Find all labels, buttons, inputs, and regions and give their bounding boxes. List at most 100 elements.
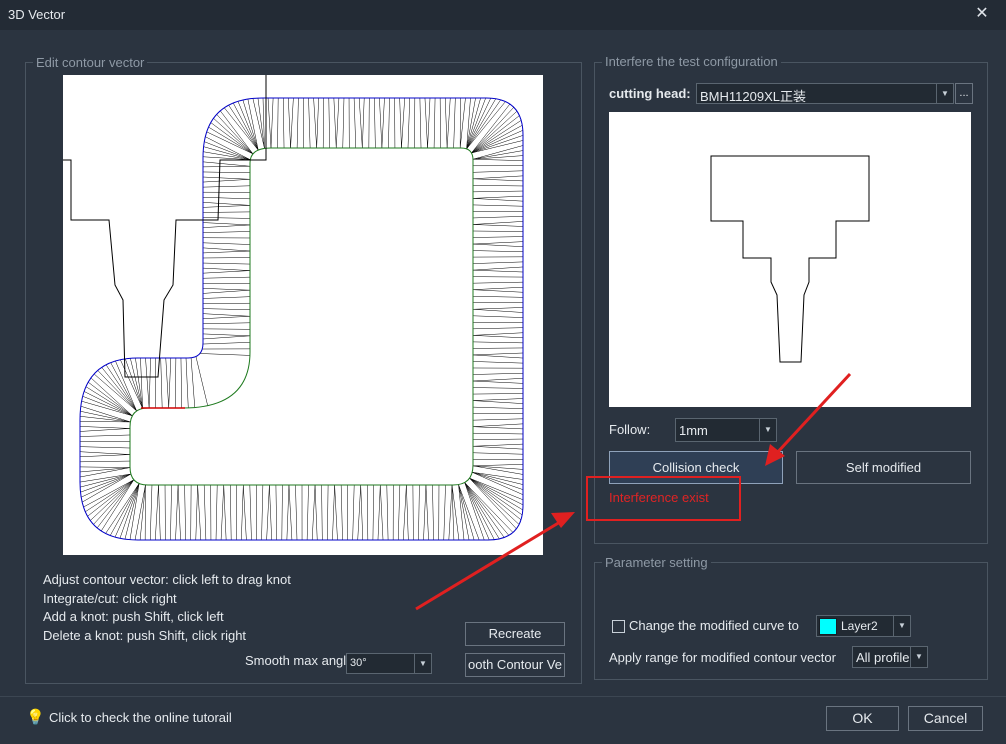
- hatch-line: [90, 480, 134, 521]
- change-curve-checkbox[interactable]: [612, 620, 625, 633]
- hatch-line: [471, 104, 509, 153]
- hatch-line: [473, 221, 523, 224]
- browse-button[interactable]: ...: [955, 83, 973, 104]
- contour-drawing[interactable]: [63, 75, 543, 555]
- hatch-line: [473, 185, 523, 186]
- hatch-line: [470, 478, 520, 524]
- hatch-line: [473, 231, 523, 232]
- ok-button[interactable]: OK: [826, 706, 899, 731]
- hint-add-knot: Add a knot: push Shift, click left: [43, 608, 224, 626]
- hatch-line: [140, 485, 145, 540]
- hatch-line: [380, 485, 383, 540]
- hatch-line: [426, 485, 429, 540]
- lightbulb-icon: 💡: [26, 708, 45, 726]
- hatch-line: [312, 485, 315, 540]
- hatch-line: [473, 290, 523, 293]
- hatch-line: [186, 358, 188, 408]
- hatch-line: [473, 439, 523, 440]
- hatch-line: [204, 142, 250, 160]
- hatch-line: [98, 370, 137, 411]
- hatch-line: [470, 478, 523, 505]
- parameter-legend: Parameter setting: [602, 555, 711, 570]
- hatch-line: [176, 485, 179, 540]
- hatch-line: [473, 355, 523, 358]
- cutting-head-label: cutting head:: [609, 86, 691, 101]
- hatch-line: [473, 388, 523, 389]
- hatch-line: [203, 277, 250, 278]
- smooth-angle-label: Smooth max angl: [245, 653, 346, 668]
- hatch-line: [473, 373, 523, 374]
- hatch-line: [80, 468, 130, 472]
- hatch-line: [473, 419, 523, 420]
- hatch-line: [323, 98, 324, 148]
- hatch-line: [203, 263, 250, 264]
- smooth-contour-button[interactable]: ooth Contour Ve: [465, 653, 565, 677]
- hatch-line: [203, 166, 250, 167]
- cancel-button[interactable]: Cancel: [908, 706, 983, 731]
- hatch-line: [327, 485, 328, 540]
- hatch-line: [289, 485, 292, 540]
- hatch-line: [80, 467, 130, 468]
- cutting-head-value: BMH11209XL正装: [700, 86, 806, 105]
- hatch-line: [473, 393, 523, 394]
- hatch-line: [432, 485, 433, 540]
- hatch-line: [418, 485, 419, 540]
- hatch-line: [317, 98, 319, 148]
- tutorial-link[interactable]: Click to check the online tutorail: [49, 710, 232, 725]
- hatch-line: [211, 123, 253, 154]
- hatch-line: [473, 353, 523, 355]
- layer-value: Layer2: [841, 619, 878, 633]
- close-icon[interactable]: ✕: [972, 4, 992, 24]
- smooth-angle-select[interactable]: 30° ▼: [346, 653, 432, 674]
- hatch-line: [166, 358, 169, 408]
- hatch-line: [203, 316, 250, 318]
- hatch-line: [203, 177, 250, 179]
- hatch-line: [307, 485, 308, 540]
- hatch-line: [80, 435, 130, 437]
- hatch-line: [224, 108, 258, 150]
- hatch-line: [473, 342, 523, 343]
- hatch-line: [84, 391, 132, 415]
- layer-select[interactable]: Layer2 ▼: [816, 615, 911, 637]
- hatch-line: [425, 98, 428, 148]
- hatch-line: [80, 474, 131, 482]
- hatch-line: [473, 361, 523, 363]
- layer-color-swatch: [819, 618, 837, 635]
- hatch-line: [203, 172, 250, 173]
- hatch-line: [221, 485, 224, 540]
- hatch-line: [203, 186, 250, 187]
- hatch-line: [473, 316, 523, 318]
- recreate-button[interactable]: Recreate: [465, 622, 565, 646]
- hatch-line: [169, 358, 171, 408]
- hatch-line: [241, 485, 243, 540]
- chevron-down-icon: ▼: [893, 616, 910, 636]
- hatch-line: [473, 171, 523, 173]
- hatch-line: [444, 485, 446, 540]
- hatch-line: [413, 485, 414, 540]
- hatch-line: [203, 342, 250, 344]
- hatch-line: [473, 176, 523, 179]
- hatch-line: [473, 251, 523, 252]
- hatch-line: [424, 485, 426, 540]
- cutting-head-select[interactable]: BMH11209XL正装 ▼: [696, 83, 954, 104]
- hatch-line: [454, 98, 456, 148]
- hatch-line: [200, 353, 250, 355]
- hatch-line: [161, 358, 162, 408]
- follow-select[interactable]: 1mm ▼: [675, 418, 777, 442]
- hatch-line: [398, 485, 400, 540]
- apply-range-select[interactable]: All profile ▼: [852, 646, 928, 668]
- hatch-line: [354, 98, 356, 148]
- hatch-line: [91, 378, 132, 416]
- hatch-line: [314, 98, 317, 148]
- hatch-line: [203, 314, 250, 317]
- hatch-line: [196, 357, 208, 406]
- collision-check-button[interactable]: Collision check: [609, 451, 783, 484]
- chevron-down-icon: ▼: [414, 654, 431, 673]
- hatch-line: [80, 426, 130, 428]
- self-modified-button[interactable]: Self modified: [796, 451, 971, 484]
- hatch-line: [102, 367, 137, 411]
- hatch-line: [203, 268, 250, 270]
- hatch-line: [198, 485, 201, 540]
- contour-canvas[interactable]: [63, 75, 543, 555]
- hatch-line: [80, 452, 130, 455]
